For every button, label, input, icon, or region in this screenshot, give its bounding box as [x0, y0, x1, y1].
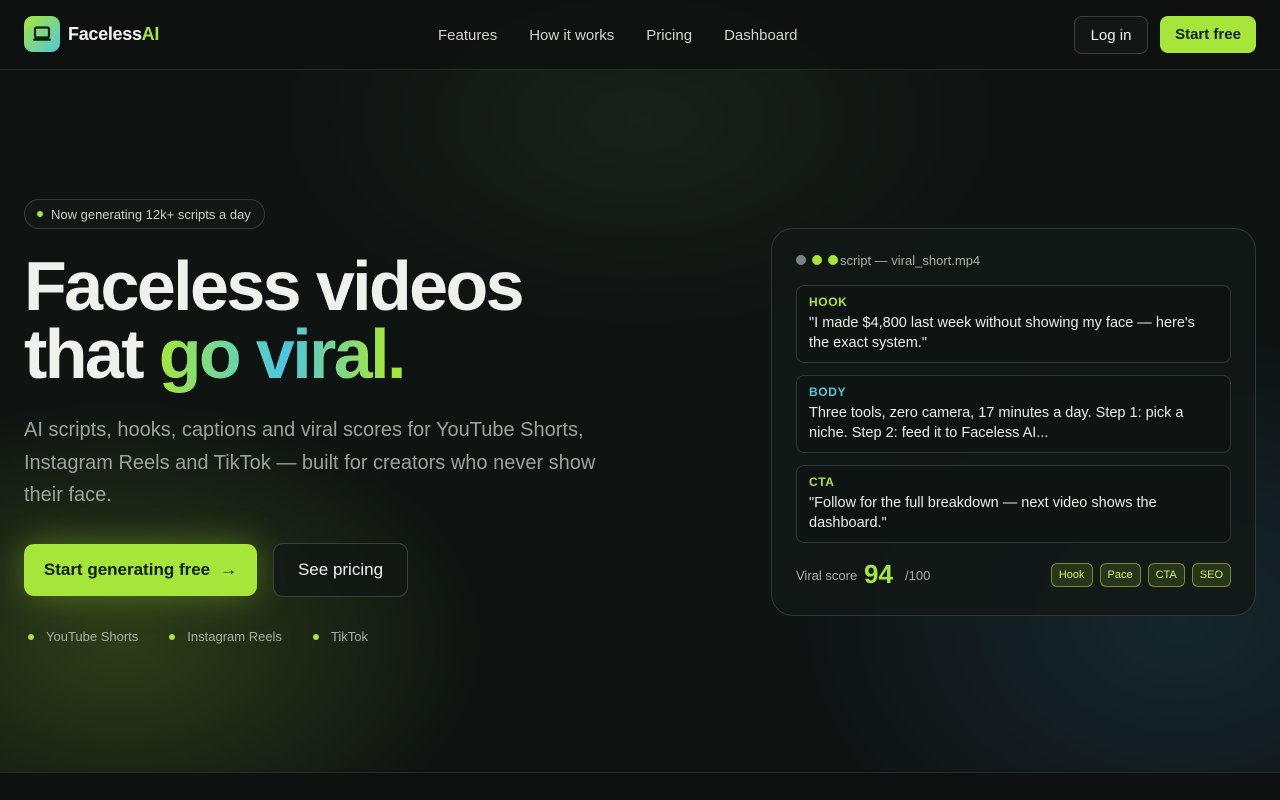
window-dot-icon	[828, 255, 838, 265]
chip-seo: SEO	[1191, 563, 1231, 587]
block-label: BODY	[809, 385, 847, 399]
headline-gradient-text: go viral	[158, 315, 390, 393]
hero-subtitle: AI scripts, hooks, captions and viral sc…	[24, 419, 596, 506]
start-free-button[interactable]: Start free	[1160, 16, 1256, 53]
block-text: Three tools, zero camera, 17 minutes a d…	[809, 405, 1184, 441]
nav-link-how-it-works[interactable]: How it works	[529, 27, 614, 44]
script-block-body: BODY Three tools, zero camera, 17 minute…	[796, 375, 1231, 453]
platform-item-youtube-shorts: YouTube Shorts	[28, 629, 138, 644]
headline-period: .	[386, 315, 406, 393]
platform-label: YouTube Shorts	[46, 629, 139, 644]
score-chips: Hook Pace CTA SEO	[1050, 563, 1231, 587]
headline-line-2-plain: that	[24, 315, 159, 393]
block-label: CTA	[809, 475, 835, 489]
headline-line-1: Faceless videos	[24, 247, 525, 325]
start-generating-button[interactable]: Start generating free →	[24, 544, 257, 596]
nav-link-dashboard[interactable]: Dashboard	[724, 27, 797, 44]
script-block-hook: HOOK "I made $4,800 last week without sh…	[796, 285, 1231, 363]
brand-logo[interactable]: FacelessAI	[24, 16, 159, 52]
nav-link-features[interactable]: Features	[438, 27, 497, 44]
script-block-cta: CTA "Follow for the full breakdown — nex…	[796, 465, 1231, 543]
chip-hook: Hook	[1050, 563, 1093, 587]
laptop-icon	[24, 16, 60, 52]
window-dot-icon	[796, 255, 806, 265]
viral-score-value: 94	[864, 559, 893, 589]
block-text: "Follow for the full breakdown — next vi…	[809, 495, 1157, 531]
nav-link-pricing[interactable]: Pricing	[646, 27, 692, 44]
start-generating-label: Start generating free	[43, 560, 211, 579]
nav-links: Features How it works Pricing Dashboard	[438, 0, 797, 70]
see-pricing-button[interactable]: See pricing	[273, 543, 408, 597]
next-section	[0, 773, 1280, 800]
card-title: script — viral_short.mp4	[840, 253, 981, 268]
chip-pace: Pace	[1099, 563, 1141, 587]
status-badge: Now generating 12k+ scripts a day	[24, 199, 265, 229]
bullet-dot-icon	[28, 633, 34, 640]
platform-label: Instagram Reels	[187, 629, 282, 644]
platform-list: YouTube Shorts Instagram Reels TikTok	[28, 629, 368, 644]
login-button[interactable]: Log in	[1074, 16, 1148, 54]
status-dot-icon	[37, 211, 43, 217]
platform-item-instagram-reels: Instagram Reels	[169, 629, 282, 644]
window-dot-icon	[812, 255, 822, 265]
viral-score-max: /100	[905, 568, 931, 583]
bullet-dot-icon	[169, 633, 176, 640]
top-nav: FacelessAI Features How it works Pricing…	[0, 0, 1280, 70]
bullet-dot-icon	[312, 633, 319, 640]
platform-label: TikTok	[330, 629, 369, 644]
brand-name: FacelessAI	[68, 23, 160, 44]
script-preview-card: script — viral_short.mp4 HOOK "I made $4…	[771, 228, 1256, 616]
hero-headline: Faceless videos that go viral.	[24, 251, 664, 389]
card-window-bar: script — viral_short.mp4	[796, 253, 980, 268]
block-text: "I made $4,800 last week without showing…	[809, 315, 1195, 351]
block-label: HOOK	[809, 295, 848, 309]
viral-score-label: Viral score	[796, 568, 858, 583]
viral-score-row: Viral score 94 /100 Hook Pace CTA SEO	[796, 559, 1231, 591]
arrow-right-icon: →	[220, 560, 238, 579]
status-badge-text: Now generating 12k+ scripts a day	[51, 206, 251, 222]
chip-cta: CTA	[1147, 563, 1185, 587]
platform-item-tiktok: TikTok	[312, 629, 369, 644]
